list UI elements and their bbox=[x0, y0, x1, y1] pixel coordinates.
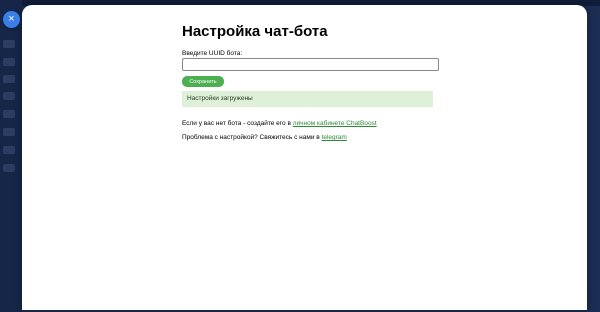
background-sidebar-item bbox=[3, 128, 15, 136]
no-bot-info: Если у вас нет бота - создайте его в лич… bbox=[182, 120, 377, 127]
background-sidebar-item bbox=[3, 110, 15, 118]
background-sidebar-item bbox=[3, 146, 15, 154]
uuid-field-label: Введите UUID бота: bbox=[182, 50, 243, 57]
uuid-input[interactable] bbox=[182, 58, 439, 71]
background-sidebar-item bbox=[3, 92, 15, 100]
background-sidebar-item bbox=[3, 58, 15, 66]
background-sidebar-item bbox=[3, 164, 15, 172]
support-text: Проблема с настройкой? Свяжитесь с нами … bbox=[182, 134, 322, 141]
support-info: Проблема с настройкой? Свяжитесь с нами … bbox=[182, 134, 347, 141]
page-title: Настройка чат-бота bbox=[182, 23, 328, 40]
chatboost-cabinet-link[interactable]: личном кабинете ChatBoost bbox=[293, 120, 377, 127]
close-modal-button[interactable]: × bbox=[3, 11, 20, 28]
background-sidebar-item bbox=[3, 75, 15, 83]
chatbot-settings-modal: Настройка чат-бота Введите UUID бота: Со… bbox=[22, 5, 587, 310]
status-alert: Настройки загружены bbox=[182, 91, 433, 107]
background-app-sidebar bbox=[0, 0, 22, 312]
telegram-link[interactable]: telegram bbox=[322, 134, 347, 141]
background-sidebar-item bbox=[3, 40, 15, 48]
close-icon: × bbox=[8, 13, 15, 25]
save-button[interactable]: Сохранить bbox=[182, 76, 224, 87]
no-bot-text: Если у вас нет бота - создайте его в bbox=[182, 120, 293, 127]
